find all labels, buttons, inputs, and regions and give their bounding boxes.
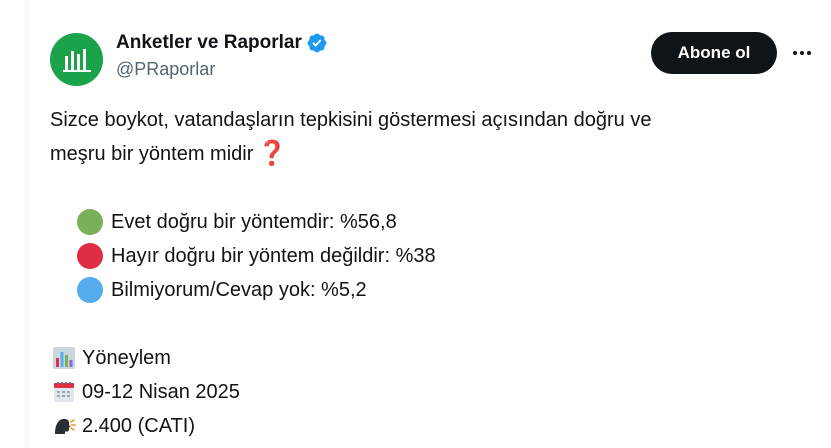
speaking-head-icon — [50, 412, 78, 440]
timeline-divider — [27, 0, 28, 448]
avatar[interactable] — [50, 33, 103, 86]
tweet-text: Sizce boykot, vatandaşların tepkisini gö… — [50, 103, 790, 443]
meta-text: 09-12 Nisan 2025 — [82, 381, 240, 403]
follow-button[interactable]: Abone ol — [651, 32, 777, 74]
poll-option: Hayır doğru bir yöntem değildir: %38 — [50, 239, 790, 273]
bar-chart-icon — [50, 344, 78, 372]
poll-option-label: Evet doğru bir yöntemdir: %56,8 — [111, 211, 397, 233]
green-circle-icon — [77, 209, 103, 235]
blue-circle-icon — [77, 277, 103, 303]
bar-chart-logo-icon — [62, 48, 91, 72]
poll-option: Evet doğru bir yöntemdir: %56,8 — [50, 205, 790, 239]
author-handle[interactable]: @PRaporlar — [116, 59, 328, 80]
more-horizontal-icon[interactable] — [788, 39, 816, 67]
poll-option-label: Bilmiyorum/Cevap yok: %5,2 — [111, 279, 367, 301]
verified-badge-icon[interactable] — [306, 32, 328, 54]
meta-text: Yöneylem — [82, 347, 171, 369]
meta-line: 2.400 (CATI) — [50, 409, 790, 443]
tweet-question-line-2: meşru bir yöntem midir — [50, 143, 254, 165]
poll-option: Bilmiyorum/Cevap yok: %5,2 — [50, 273, 790, 307]
author-display-name[interactable]: Anketler ve Raporlar — [116, 32, 302, 54]
red-circle-icon — [77, 243, 103, 269]
meta-line: 09-12 Nisan 2025 — [50, 375, 790, 409]
question-mark-icon: ❓ — [257, 140, 288, 167]
meta-line: Yöneylem — [50, 341, 790, 375]
author-info: Anketler ve Raporlar @PRaporlar — [116, 30, 328, 80]
calendar-icon — [50, 378, 78, 406]
poll-option-label: Hayır doğru bir yöntem değildir: %38 — [111, 245, 436, 267]
meta-text: 2.400 (CATI) — [82, 415, 195, 437]
tweet-question-line-1: Sizce boykot, vatandaşların tepkisini gö… — [50, 109, 652, 131]
